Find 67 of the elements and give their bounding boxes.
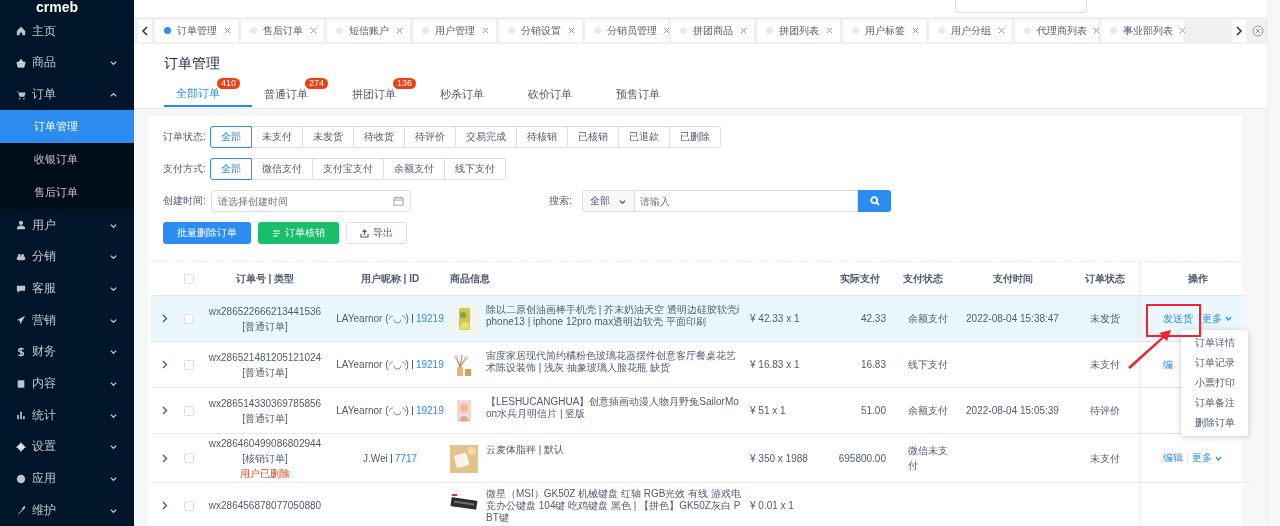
tab-label: 订单管理 bbox=[177, 23, 218, 38]
filter-label: 搜索: bbox=[549, 194, 573, 208]
tab-label: 分销设置 bbox=[521, 23, 562, 38]
order-status: 未支付 bbox=[1090, 358, 1120, 372]
tab-label: 短信账户 bbox=[349, 23, 390, 38]
filter-label: 创建时间: bbox=[163, 194, 207, 208]
tab-label: 拼团列表 bbox=[779, 23, 820, 38]
user-name: LAYearnor (◜◡◝) bbox=[336, 404, 409, 418]
count-badge: 274 bbox=[304, 78, 328, 89]
price: ¥ 350 x 1988 bbox=[750, 451, 808, 466]
status-note: 用户已删除 bbox=[240, 466, 290, 481]
tab-label: 用户管理 bbox=[435, 23, 476, 38]
user-name: LAYearnor (◜◡◝) bbox=[336, 358, 409, 372]
tab-label: 分销员管理 bbox=[607, 23, 657, 38]
order-status: 未发货 bbox=[1090, 312, 1120, 326]
order-status: 待评价 bbox=[1090, 404, 1120, 418]
page-title: 订单管理 bbox=[164, 54, 221, 73]
user-name: J.Wei bbox=[362, 451, 388, 466]
payment-status: 余额支付 bbox=[908, 312, 948, 326]
column-header: 用户昵称 | ID bbox=[359, 271, 421, 286]
order-type: [普通订单] bbox=[242, 365, 288, 380]
filter-label: 订单状态: bbox=[163, 130, 207, 144]
tab-label: 售后订单 bbox=[263, 23, 304, 38]
filter-label: 支付方式: bbox=[163, 162, 207, 176]
order-type: [核销订单] bbox=[242, 451, 288, 466]
product-name: 云麦体脂秤 | 默认 bbox=[486, 443, 565, 456]
tab-label: 用户标签 bbox=[865, 23, 906, 38]
amount-paid: 42.33 bbox=[860, 312, 886, 326]
amount-paid: 16.83 bbox=[860, 358, 886, 372]
tab-label: 拼团商品 bbox=[693, 23, 734, 38]
payment-status: 余额支付 bbox=[908, 404, 948, 418]
order-type: [普通订单] bbox=[242, 319, 288, 334]
product-name: 除以二原创油画棒手机壳 | 芥末奶油天空 透明边硅胶软壳iphone13 | iphone 12pro max透明边软壳 平面印刷 bbox=[486, 304, 741, 328]
tab-label: 用户分组 bbox=[951, 23, 992, 38]
payment-time: 2022-08-04 15:05:39 bbox=[966, 404, 1059, 418]
column-header: 操作 bbox=[1140, 262, 1255, 295]
order-number: wx286521481205121024 bbox=[208, 350, 322, 365]
column-header: 支付状态 bbox=[901, 271, 944, 286]
column-header: 实际支付 bbox=[839, 271, 881, 286]
product-name: 宙度家居现代简约橘粉色玻璃花器摆件创意客厅餐桌花艺术陈设装饰 | 浅灰 抽象玻璃人脸花瓶 缺货 bbox=[486, 350, 737, 374]
price: ¥ 0.01 x 1 bbox=[750, 499, 794, 513]
product-name: 【LESHUCANGHUA】创意插画动漫人物月野兔SailorMoon水兵月明信片 | 竖版 bbox=[486, 396, 740, 420]
payment-time: 2022-08-04 15:38:47 bbox=[966, 312, 1059, 326]
column-header: 商品信息 bbox=[450, 271, 491, 286]
price: ¥ 16.83 x 1 bbox=[750, 358, 800, 372]
tab-label: 代理商列表 bbox=[1037, 23, 1087, 38]
payment-status: 微信未支付 bbox=[908, 444, 949, 473]
order-status: 未支付 bbox=[1090, 451, 1120, 466]
count-badge: 410 bbox=[216, 78, 240, 89]
order-number: wx286514330369785856 bbox=[208, 396, 322, 411]
user-name: LAYearnor (◜◡◝) bbox=[336, 312, 409, 326]
logo: crmeb bbox=[35, 0, 80, 16]
price: ¥ 51 x 1 bbox=[750, 404, 786, 418]
order-number: wx286456878077050880 bbox=[208, 499, 322, 513]
column-header: 订单号 | 类型 bbox=[234, 271, 296, 286]
order-number: wx286460499086802944 bbox=[208, 436, 322, 451]
order-number: wx286522666213441536 bbox=[208, 304, 322, 319]
tab-label: 事业部列表 bbox=[1123, 23, 1173, 38]
amount-paid: 51.00 bbox=[860, 404, 886, 418]
price: ¥ 42.33 x 1 bbox=[750, 312, 800, 326]
count-badge: 136 bbox=[392, 78, 416, 89]
column-header: 订单状态 bbox=[1084, 271, 1126, 286]
payment-status: 线下支付 bbox=[908, 358, 948, 372]
column-header: 支付时间 bbox=[991, 271, 1034, 286]
product-name: 微星（MSI）GK50Z 机械键盘 红轴 RGB光效 有线 游戏电竞办公键盘 104键 吃鸡键盘 黑色 | 【拼色】GK50Z灰白 PBT键 bbox=[486, 487, 742, 524]
amount-paid: 695800.00 bbox=[838, 451, 886, 466]
order-type: [普通订单] bbox=[242, 411, 288, 426]
